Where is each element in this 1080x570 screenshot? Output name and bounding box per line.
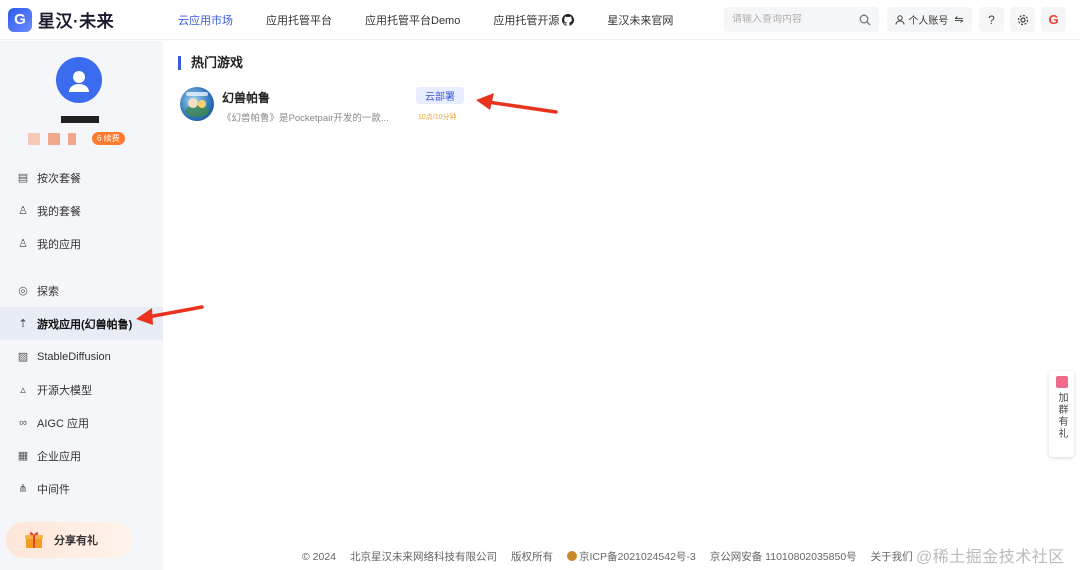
float-label: 加群有礼 bbox=[1056, 392, 1067, 440]
game-title[interactable]: 幻兽帕鲁 bbox=[222, 89, 270, 106]
footer-copyright: © 2024 bbox=[302, 550, 337, 563]
nodes-icon: ⋔ bbox=[18, 483, 28, 495]
sidebar-item-my-plans[interactable]: ♙ 我的套餐 bbox=[0, 194, 163, 227]
sidebar-item-label: 我的应用 bbox=[37, 238, 81, 251]
search-icon[interactable] bbox=[859, 14, 871, 26]
gift-icon bbox=[25, 532, 43, 548]
sidebar-item-label: 开源大模型 bbox=[37, 384, 92, 397]
nav-app-hosting-opensource[interactable]: 应用托管开源 bbox=[493, 0, 575, 40]
sidebar-item-my-apps[interactable]: ♙ 我的应用 bbox=[0, 227, 163, 260]
share-reward-button[interactable]: 分享有礼 bbox=[6, 522, 133, 558]
top-header: G 星汉·未来 云应用市场 应用托管平台 应用托管平台Demo 应用托管开源 星… bbox=[0, 0, 1080, 40]
annotation-arrow-icon bbox=[476, 93, 558, 114]
sidebar-item-label: 企业应用 bbox=[37, 450, 81, 463]
cloud-deploy-button[interactable]: 云部署 bbox=[416, 87, 464, 104]
sidebar-item-open-source-models[interactable]: ▵ 开源大模型 bbox=[0, 373, 163, 406]
footer-about-link[interactable]: 关于我们 bbox=[871, 549, 913, 564]
sidebar-item-label: 中间件 bbox=[37, 483, 70, 496]
receipt-icon: ▤ bbox=[17, 172, 29, 184]
username-redacted bbox=[61, 116, 99, 123]
google-account-button[interactable]: G bbox=[1041, 7, 1066, 32]
game-art-icon bbox=[185, 92, 209, 117]
settings-button[interactable] bbox=[1010, 7, 1035, 32]
github-icon bbox=[562, 13, 575, 26]
gift-icon bbox=[1055, 376, 1068, 388]
account-label: 个人账号 bbox=[908, 16, 949, 27]
gear-icon bbox=[1017, 14, 1028, 25]
link-icon: ∞ bbox=[19, 416, 27, 429]
sidebar-item-label: 按次套餐 bbox=[37, 172, 81, 185]
rocket-icon: ⇡ bbox=[18, 318, 28, 330]
model-icon: ▵ bbox=[20, 384, 26, 396]
logo-text: 星汉·未来 bbox=[38, 12, 115, 31]
footer-police-record[interactable]: 京公网安备 11010802035850号 bbox=[710, 549, 857, 564]
user-id-row: 6 续费 bbox=[28, 132, 125, 145]
footer-icp: 京ICP备2021024542号-3 bbox=[579, 551, 696, 563]
search-box bbox=[724, 7, 879, 32]
google-icon: G bbox=[1048, 12, 1059, 27]
image-icon: ▨ bbox=[17, 351, 29, 363]
join-group-float-button[interactable]: 加群有礼 bbox=[1049, 371, 1074, 457]
sidebar-item-aigc-apps[interactable]: ∞ AIGC 应用 bbox=[0, 406, 163, 439]
logo-mark-icon: G bbox=[8, 7, 32, 32]
avatar[interactable] bbox=[56, 57, 102, 103]
nav-app-hosting[interactable]: 应用托管平台 bbox=[266, 0, 332, 40]
search-input[interactable] bbox=[732, 14, 859, 25]
renew-badge[interactable]: 6 续费 bbox=[92, 132, 125, 145]
game-card[interactable]: 幻兽帕鲁 《幻兽帕鲁》是Pocketpair开发的一款... 云部署 10点/1… bbox=[180, 87, 470, 127]
redacted-block bbox=[48, 132, 60, 145]
user-icon bbox=[895, 14, 905, 25]
redacted-block bbox=[28, 132, 40, 145]
sidebar-item-label: StableDiffusion bbox=[37, 350, 111, 363]
menu-divider bbox=[0, 260, 163, 274]
annotation-arrow-icon bbox=[136, 305, 204, 325]
footer-company: 北京星汉未来网络科技有限公司 bbox=[350, 551, 498, 563]
account-switcher[interactable]: 个人账号 ⇋ bbox=[887, 7, 972, 32]
user-icon: ♙ bbox=[18, 205, 28, 217]
nav-app-hosting-demo[interactable]: 应用托管平台Demo bbox=[365, 0, 460, 40]
share-label: 分享有礼 bbox=[54, 535, 98, 547]
help-button[interactable]: ? bbox=[979, 7, 1004, 32]
sidebar-item-middleware[interactable]: ⋔ 中间件 bbox=[0, 472, 163, 505]
sidebar-item-enterprise-apps[interactable]: ▦ 企业应用 bbox=[0, 439, 163, 472]
sidebar-item-label: AIGC 应用 bbox=[37, 417, 89, 430]
sidebar-item-label: 探索 bbox=[37, 285, 59, 298]
watermark: @稀土掘金技术社区 bbox=[916, 549, 1065, 566]
nav-opensource-label: 应用托管开源 bbox=[493, 14, 560, 27]
user-icon: ♙ bbox=[18, 238, 28, 250]
logo[interactable]: G 星汉·未来 bbox=[8, 7, 168, 32]
footer-icp-link[interactable]: 京ICP备2021024542号-3 bbox=[567, 549, 696, 564]
nav-cloud-app-market[interactable]: 云应用市场 bbox=[178, 0, 233, 40]
top-nav: 云应用市场 应用托管平台 应用托管平台Demo 应用托管开源 星汉未来官网 bbox=[178, 0, 706, 40]
sidebar-item-label: 游戏应用(幻兽帕鲁) bbox=[37, 318, 133, 331]
footer-rights: 版权所有 bbox=[511, 551, 554, 563]
redacted-block bbox=[68, 132, 76, 145]
sidebar-menu: ▤ 按次套餐 ♙ 我的套餐 ♙ 我的应用 ◎ 探索 ⇡ 游戏应用(幻兽帕鲁) ▨… bbox=[0, 161, 163, 505]
game-price: 10点/10分钟 bbox=[418, 114, 457, 121]
sidebar-item-stable-diffusion[interactable]: ▨ StableDiffusion bbox=[0, 340, 163, 373]
avatar-person-icon bbox=[69, 71, 89, 92]
section-title-hot-games: 热门游戏 bbox=[178, 56, 243, 70]
police-badge-icon bbox=[567, 551, 578, 561]
switch-icon: ⇋ bbox=[954, 14, 964, 26]
sidebar-item-pay-per-use[interactable]: ▤ 按次套餐 bbox=[0, 161, 163, 194]
nav-official-site[interactable]: 星汉未来官网 bbox=[607, 0, 673, 40]
game-description: 《幻兽帕鲁》是Pocketpair开发的一款... bbox=[222, 113, 389, 124]
sidebar-item-label: 我的套餐 bbox=[37, 205, 81, 218]
compass-icon: ◎ bbox=[18, 285, 28, 297]
grid-icon: ▦ bbox=[17, 450, 29, 462]
footer: © 2024 北京星汉未来网络科技有限公司 版权所有 京ICP备20210245… bbox=[302, 549, 927, 564]
game-thumbnail[interactable] bbox=[180, 87, 214, 121]
